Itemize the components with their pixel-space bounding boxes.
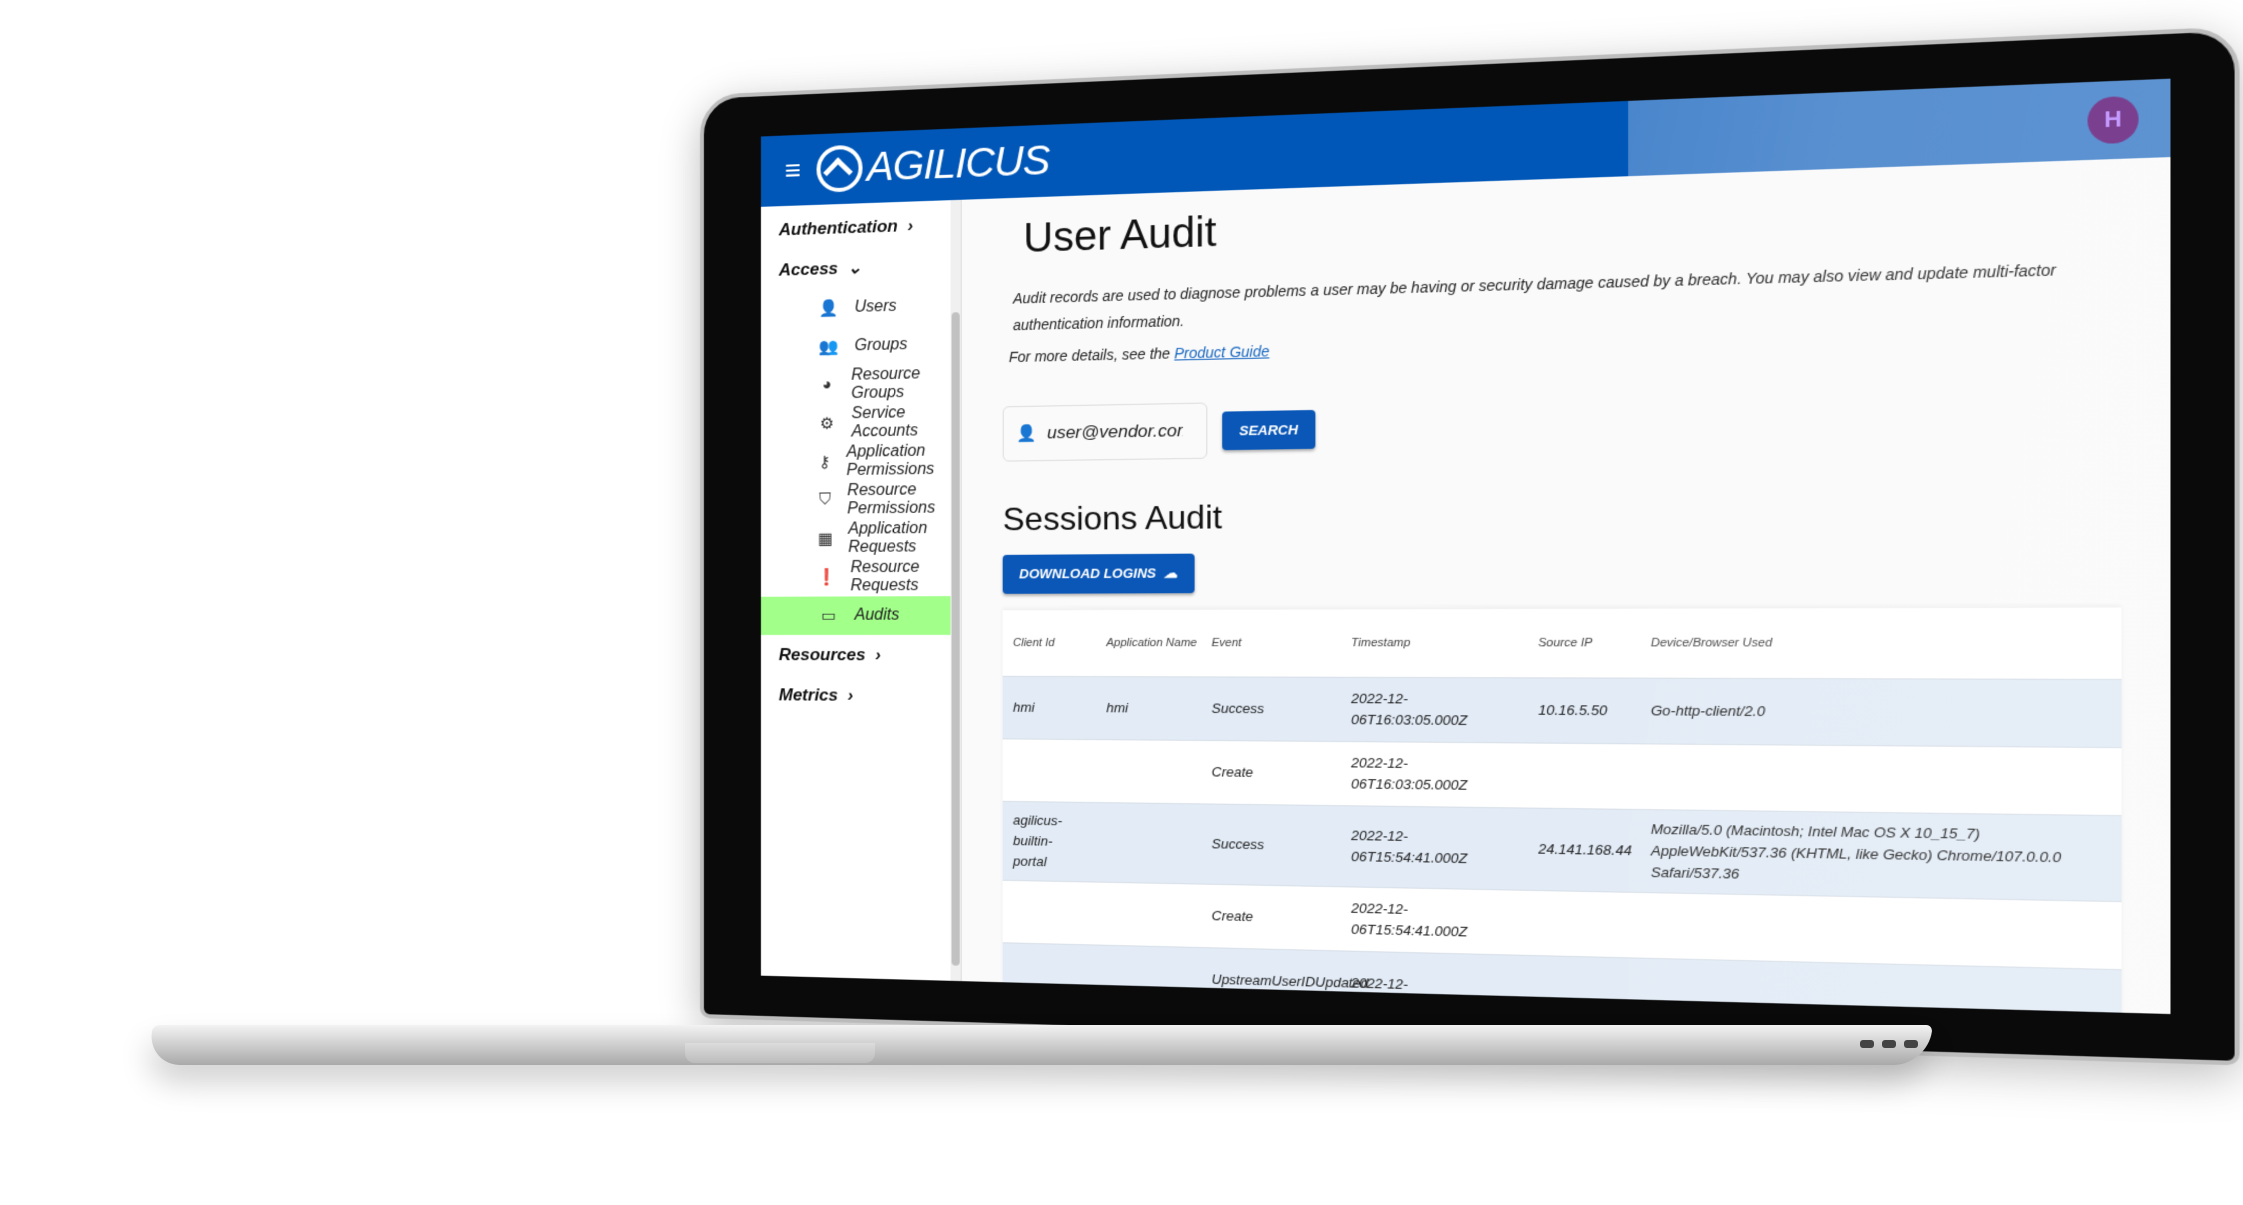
grid-icon: ▦: [817, 530, 833, 549]
clipboard-alert-icon: ❗: [816, 569, 837, 587]
gears-icon: ⚙: [819, 415, 835, 433]
cloud-download-icon: ☁: [1159, 565, 1178, 581]
sidebar-item-service-accounts[interactable]: ⚙ Service Accounts: [761, 402, 961, 444]
sidebar-item-resource-requests[interactable]: ❗ Resource Requests: [761, 557, 961, 597]
shield-check-icon: ⛉: [818, 491, 831, 509]
main-content: User Audit Audit records are used to dia…: [962, 157, 2171, 1015]
sidebar-item-resource-permissions[interactable]: ⛉ Resource Permissions: [761, 480, 961, 521]
table-header: Client Id Application Name Event Timesta…: [1003, 608, 2122, 679]
column-header[interactable]: Application Name: [1096, 637, 1201, 649]
chevron-right-icon: ›: [902, 215, 914, 236]
user-search-field[interactable]: 👤: [1002, 402, 1208, 462]
logo-icon: [816, 144, 863, 193]
nav-section-resources[interactable]: Resources ›: [761, 635, 961, 676]
laptop-notch: [685, 1043, 875, 1063]
search-row: 👤 SEARCH: [1002, 385, 2122, 462]
download-logins-button[interactable]: DOWNLOAD LOGINS ☁: [1002, 553, 1195, 594]
user-icon: 👤: [818, 300, 839, 318]
nav-section-access[interactable]: Access ⌄: [761, 245, 961, 292]
sidebar-item-groups[interactable]: 👥 Groups: [761, 324, 961, 367]
chevron-right-icon: ›: [870, 645, 881, 665]
product-guide-link[interactable]: Product Guide: [1174, 343, 1269, 362]
column-header[interactable]: Device/Browser Used: [1640, 637, 2122, 650]
nav-section-authentication[interactable]: Authentication ›: [761, 204, 961, 251]
chevron-right-icon: ›: [842, 685, 854, 705]
page-title: User Audit: [1023, 209, 1217, 262]
sidebar-item-resource-groups[interactable]: ◕ Resource Groups: [761, 363, 961, 406]
sessions-audit-title: Sessions Audit: [1002, 498, 1223, 538]
sidebar-item-application-permissions[interactable]: ⚷ Application Permissions: [761, 441, 961, 482]
table-row[interactable]: hmi hmi Success 2022-12-06T16:03:05.000Z…: [1002, 675, 2122, 748]
user-search-icon: 👤: [1016, 425, 1037, 444]
column-header[interactable]: Source IP: [1527, 637, 1639, 650]
sidebar-item-audits[interactable]: ▭ Audits: [760, 596, 961, 635]
resource-groups-icon: ◕: [822, 376, 832, 394]
sidebar: Authentication › Access ⌄ 👤 Users 👥 Grou…: [760, 199, 962, 982]
sidebar-item-users[interactable]: 👤 Users: [761, 286, 961, 330]
brand-logo[interactable]: AGILICUS: [816, 137, 1050, 193]
laptop-lid: ≡ AGILICUS H Authentication › Access ⌄ 👤…: [700, 26, 2240, 1066]
search-button[interactable]: SEARCH: [1222, 409, 1316, 450]
nav-section-metrics[interactable]: Metrics ›: [761, 675, 961, 716]
laptop-ports: [1860, 1040, 1918, 1048]
column-header[interactable]: Event: [1201, 637, 1340, 650]
groups-icon: 👥: [818, 338, 839, 357]
screen: ≡ AGILICUS H Authentication › Access ⌄ 👤…: [760, 78, 2171, 1015]
sidebar-item-application-requests[interactable]: ▦ Application Requests: [761, 518, 961, 558]
briefcase-icon: ▭: [820, 607, 837, 625]
user-search-input[interactable]: [1044, 419, 1185, 445]
column-header[interactable]: Timestamp: [1340, 637, 1527, 650]
column-header[interactable]: Client Id: [1003, 637, 1096, 649]
laptop-base: [147, 1025, 1933, 1065]
menu-icon[interactable]: ≡: [785, 154, 801, 187]
brand-name: AGILICUS: [866, 137, 1050, 190]
sessions-table: Client Id Application Name Event Timesta…: [1002, 607, 2122, 1015]
key-icon: ⚷: [818, 454, 831, 472]
sidebar-scrollbar[interactable]: [950, 199, 961, 982]
chevron-down-icon: ⌄: [842, 257, 862, 278]
